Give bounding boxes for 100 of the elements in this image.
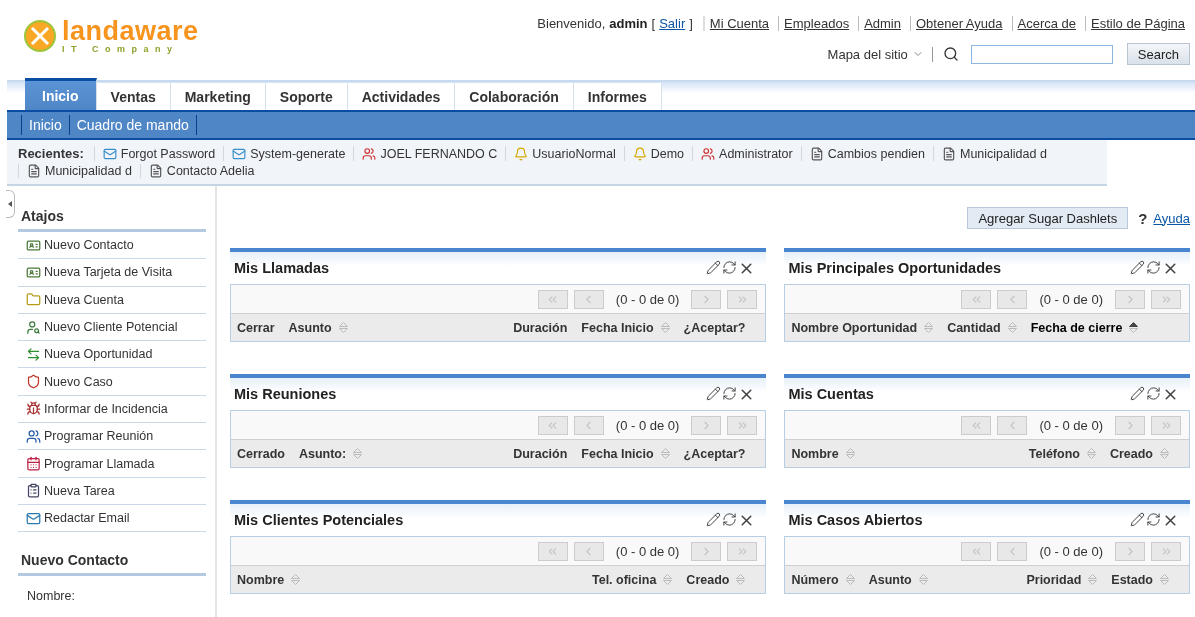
people-icon <box>701 146 716 161</box>
refresh-icon[interactable] <box>722 385 738 401</box>
recent-item[interactable]: Administrator <box>692 146 801 161</box>
recent-item[interactable]: Municipalidad d <box>18 164 140 178</box>
search-icon[interactable] <box>942 46 959 62</box>
column-header[interactable]: Cerrar <box>237 320 275 335</box>
edit-icon[interactable] <box>706 511 722 527</box>
dashlet-title: Mis Llamadas <box>234 260 330 276</box>
column-header[interactable]: Nombre <box>237 572 301 587</box>
person-search-icon <box>26 319 41 335</box>
column-header[interactable]: Cantidad <box>947 320 1017 335</box>
column-header[interactable]: Número <box>791 572 855 587</box>
edit-icon[interactable] <box>1130 385 1145 401</box>
search-button[interactable]: Search <box>1126 43 1190 65</box>
refresh-icon[interactable] <box>1146 511 1161 527</box>
column-header[interactable]: Creado <box>686 572 746 587</box>
recent-item[interactable]: Contacto Adelia <box>139 164 263 178</box>
shortcut-link[interactable]: Nueva Cuenta <box>18 286 206 314</box>
recent-item[interactable]: Cambios pendien <box>800 146 933 161</box>
logo-icon <box>24 20 56 52</box>
dashlet-title: Mis Reuniones <box>234 386 337 402</box>
subnav-link[interactable]: Cuadro de mando <box>68 115 197 135</box>
dashlet-title: Mis Casos Abiertos <box>788 512 923 528</box>
refresh-icon[interactable] <box>1146 259 1161 275</box>
column-header[interactable]: Tel. oficina <box>592 572 673 587</box>
help-link[interactable]: Ayuda <box>1153 210 1190 226</box>
document-icon <box>942 146 956 161</box>
shortcut-link[interactable]: Programar Reunión <box>18 423 206 451</box>
nav-tab[interactable]: Marketing <box>170 83 266 110</box>
collapse-handle[interactable] <box>6 190 15 218</box>
header-link[interactable]: Estilo de Página <box>1085 16 1190 31</box>
shortcut-link[interactable]: Nuevo Caso <box>18 368 206 396</box>
column-header[interactable]: Cerrado <box>237 446 285 461</box>
shortcut-link[interactable]: Programar Llamada <box>18 450 206 478</box>
edit-icon[interactable] <box>706 385 722 401</box>
column-header[interactable]: Asunto <box>868 572 928 587</box>
column-header[interactable]: Fecha de cierre <box>1030 320 1139 335</box>
user-name: admin <box>609 16 648 31</box>
logout-link[interactable]: Salir <box>659 16 686 31</box>
subnav-link[interactable]: Inicio <box>21 115 69 135</box>
header-link[interactable]: Mi Cuenta <box>702 16 775 31</box>
edit-icon[interactable] <box>706 259 722 275</box>
shortcut-link[interactable]: Informar de Incidencia <box>18 395 206 424</box>
document-icon <box>148 164 163 178</box>
people-icon <box>362 146 377 161</box>
edit-icon[interactable] <box>1130 259 1145 275</box>
section-title: Atajos <box>18 208 206 232</box>
recent-item[interactable]: System-generate <box>223 146 354 161</box>
recent-item[interactable]: Municipalidad d <box>933 146 1055 161</box>
bell-icon <box>632 146 647 161</box>
shortcut-link[interactable]: Nuevo Contacto <box>18 232 206 260</box>
bracket-text: [ <box>651 16 656 31</box>
column-header[interactable]: Creado <box>1109 446 1169 461</box>
column-header[interactable]: ¿Aceptar? <box>683 320 746 335</box>
column-header[interactable]: Fecha Inicio <box>581 446 670 461</box>
column-header[interactable]: Nombre Oportunidad <box>791 320 934 335</box>
sort-icon[interactable] <box>1129 322 1139 333</box>
nav-tab[interactable]: Actividades <box>347 83 456 110</box>
header-link[interactable]: Admin <box>858 16 906 31</box>
nav-tab[interactable]: Ventas <box>96 83 171 110</box>
add-dashlets-button[interactable]: Agregar Sugar Dashlets <box>967 207 1129 229</box>
column-header[interactable]: Prioridad <box>1026 572 1098 587</box>
header-link[interactable]: Empleados <box>778 16 855 31</box>
column-header[interactable]: Asunto: <box>298 446 363 461</box>
recent-item[interactable]: Forgot Password <box>93 146 224 161</box>
recent-item[interactable]: UsuarioNormal <box>505 146 624 161</box>
page-range: (0 - 0 de 0) <box>1038 543 1104 559</box>
column-header[interactable]: Duración <box>513 320 568 335</box>
recent-item[interactable]: JOEL FERNANDO C <box>353 146 506 161</box>
column-header[interactable]: Fecha Inicio <box>581 320 670 335</box>
search-field[interactable] <box>970 44 1113 64</box>
nav-tab[interactable]: Soporte <box>265 83 348 110</box>
column-header[interactable]: Estado <box>1111 572 1169 587</box>
sitemap-menu[interactable]: Mapa del sitio <box>827 46 933 62</box>
column-header[interactable]: Duración <box>513 446 568 461</box>
shortcut-link[interactable]: Nuevo Cliente Potencial <box>18 313 206 342</box>
recent-item[interactable]: Demo <box>623 146 693 161</box>
calendar-icon <box>26 456 41 471</box>
shortcut-link[interactable]: Nueva Tarjeta de Visita <box>18 259 206 287</box>
column-header[interactable]: Nombre <box>791 446 855 461</box>
page-range: (0 - 0 de 0) <box>614 291 681 307</box>
header-link[interactable]: Obtener Ayuda <box>910 16 1008 31</box>
header-link[interactable]: Acerca de <box>1011 16 1082 31</box>
nav-tab[interactable]: Colaboración <box>455 83 574 110</box>
edit-icon[interactable] <box>1130 511 1145 527</box>
refresh-icon[interactable] <box>722 511 738 527</box>
recent-label: Recientes: <box>18 146 85 161</box>
shortcut-link[interactable]: Redactar Email <box>18 504 206 533</box>
nav-tab[interactable]: Informes <box>573 83 662 110</box>
column-header[interactable]: ¿Aceptar? <box>683 446 746 461</box>
shortcut-link[interactable]: Nueva Tarea <box>18 477 206 505</box>
column-header[interactable]: Asunto <box>288 320 348 335</box>
shield-icon <box>26 374 41 390</box>
help-mark: ? <box>1138 209 1148 227</box>
bug-icon <box>26 401 41 417</box>
refresh-icon[interactable] <box>722 259 738 275</box>
refresh-icon[interactable] <box>1146 385 1161 401</box>
column-header[interactable]: Teléfono <box>1028 446 1096 461</box>
shortcut-link[interactable]: Nueva Oportunidad <box>18 341 206 369</box>
dashlet-title: Mis Cuentas <box>788 386 874 402</box>
